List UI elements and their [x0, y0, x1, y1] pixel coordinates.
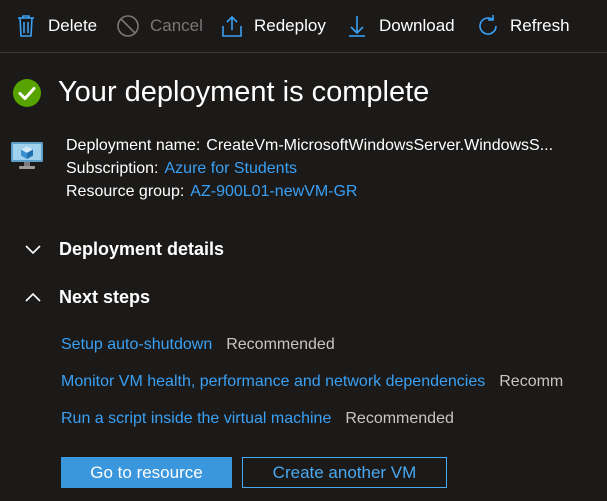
next-step-item: Setup auto-shutdown Recommended [61, 336, 335, 354]
refresh-button[interactable]: Refresh [476, 12, 570, 40]
monitor-vm-health-link[interactable]: Monitor VM health, performance and netwo… [61, 373, 485, 390]
run-script-link[interactable]: Run a script inside the virtual machine [61, 410, 331, 427]
redeploy-button[interactable]: Redeploy [220, 12, 326, 40]
go-to-resource-button[interactable]: Go to resource [61, 457, 232, 488]
cancel-label: Cancel [150, 16, 203, 35]
recommended-tag: Recommended [345, 410, 454, 427]
refresh-label: Refresh [510, 16, 570, 35]
recommended-tag: Recomm [499, 373, 564, 390]
cancel-button[interactable]: Cancel [116, 12, 203, 40]
chevron-up-icon [25, 292, 41, 302]
next-steps-toggle[interactable]: Next steps [22, 286, 150, 308]
upload-icon [220, 13, 244, 39]
setup-auto-shutdown-link[interactable]: Setup auto-shutdown [61, 336, 212, 353]
delete-button[interactable]: Delete [14, 12, 97, 40]
next-steps-label: Next steps [59, 286, 151, 307]
download-icon [345, 13, 369, 39]
status-header: Your deployment is complete [12, 76, 429, 109]
cancel-circle-icon [116, 13, 140, 39]
deployment-details-toggle[interactable]: Deployment details [22, 238, 224, 260]
recommended-tag: Recommended [226, 336, 335, 353]
redeploy-label: Redeploy [254, 16, 326, 35]
delete-label: Delete [48, 16, 98, 35]
resource-group-link[interactable]: AZ-900L01-newVM-GR [190, 183, 357, 200]
deployment-info: Deployment name: CreateVm-MicrosoftWindow… [66, 134, 607, 203]
trash-icon [14, 13, 38, 39]
deployment-name-value: CreateVm-MicrosoftWindowsServer.WindowsS… [206, 137, 554, 154]
page-title: Your deployment is complete [58, 76, 430, 108]
chevron-down-icon [25, 245, 41, 255]
virtual-machine-icon [11, 142, 43, 169]
deployment-overview: Delete Cancel Redeploy Download Refresh … [0, 0, 607, 501]
deployment-name-row: Deployment name: CreateVm-MicrosoftWindow… [66, 134, 607, 157]
resource-group-label: Resource group: [66, 183, 185, 200]
next-step-item: Run a script inside the virtual machine R… [61, 410, 454, 428]
refresh-icon [476, 13, 500, 39]
resource-group-row: Resource group: AZ-900L01-newVM-GR [66, 180, 607, 203]
subscription-row: Subscription: Azure for Students [66, 157, 607, 180]
subscription-link[interactable]: Azure for Students [165, 160, 298, 177]
download-button[interactable]: Download [345, 12, 455, 40]
command-bar: Delete Cancel Redeploy Download Refresh [0, 0, 607, 53]
create-another-vm-button[interactable]: Create another VM [242, 457, 447, 488]
success-check-icon [13, 78, 41, 107]
subscription-label: Subscription: [66, 160, 159, 177]
deployment-name-label: Deployment name: [66, 137, 201, 154]
download-label: Download [379, 16, 455, 35]
next-step-item: Monitor VM health, performance and netwo… [61, 373, 563, 391]
deployment-details-label: Deployment details [59, 238, 225, 259]
